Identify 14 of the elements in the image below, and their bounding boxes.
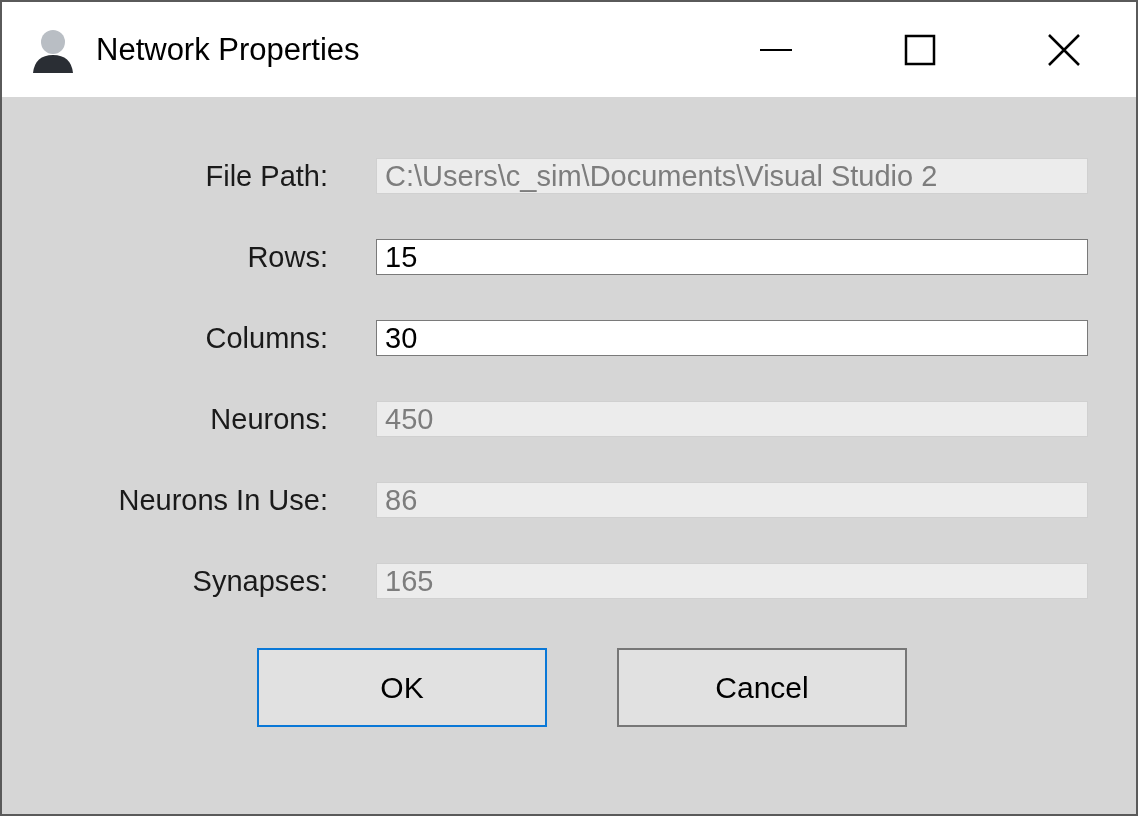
text-field[interactable]: 30 (376, 320, 1088, 356)
ok-button[interactable]: OK (257, 648, 547, 727)
field-label: Neurons In Use: (117, 483, 328, 517)
close-icon (1047, 32, 1081, 67)
window-title: Network Properties (96, 31, 361, 68)
maximize-icon (903, 32, 937, 67)
field-label: Rows: (246, 240, 328, 274)
minimize-icon (759, 48, 793, 51)
field-label: Neurons: (209, 402, 328, 436)
field-label: Synapses: (191, 564, 328, 598)
text-field[interactable]: 15 (376, 239, 1088, 275)
field-label: File Path: (204, 159, 328, 193)
field-label: Columns: (204, 321, 328, 355)
cancel-button[interactable]: Cancel (617, 648, 907, 727)
